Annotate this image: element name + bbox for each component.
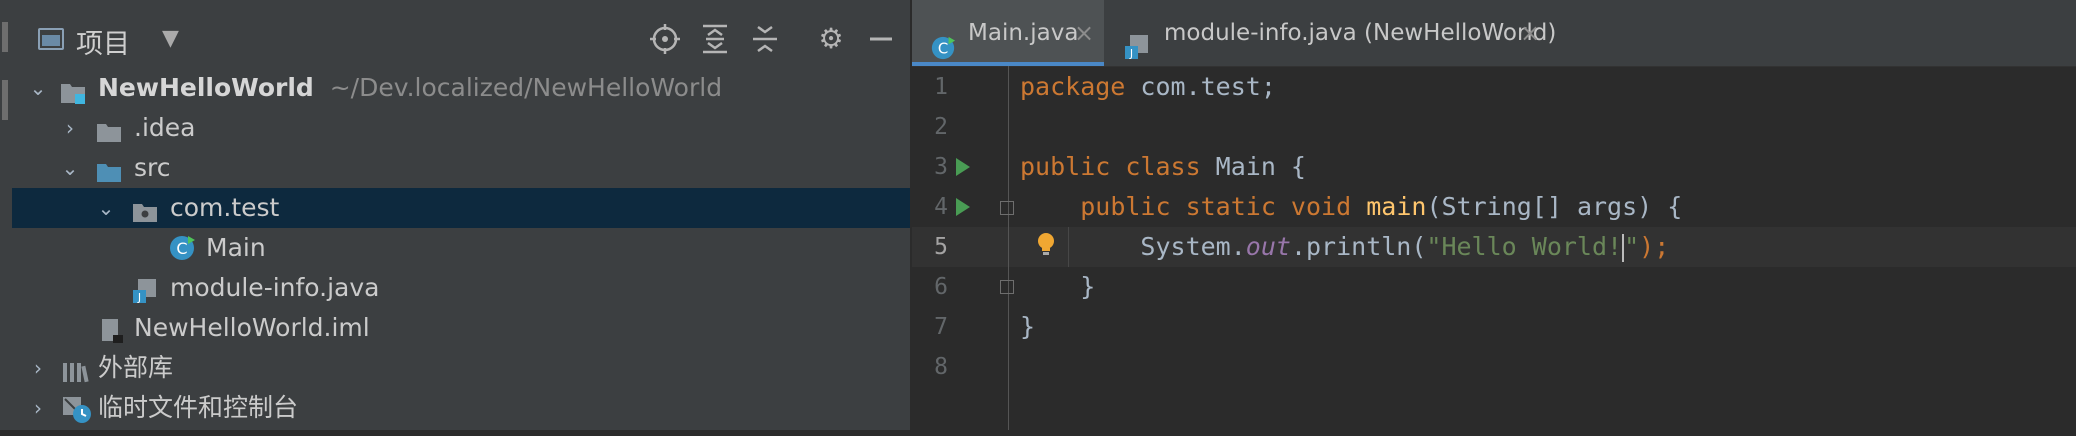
code-text: Main { [1200,152,1306,181]
code-keyword: public class [1020,152,1201,181]
code-keyword: package [1020,72,1126,101]
close-icon[interactable]: × [1074,0,1094,66]
code-punctuation: ); [1639,232,1670,261]
line-number-current: 5 [934,234,948,260]
code-string: " [1624,232,1640,261]
java-file-icon: J [1124,20,1150,60]
project-window-icon [38,28,64,50]
svg-text:J: J [1129,47,1133,60]
tree-item-label: NewHelloWorld.iml [134,313,370,342]
tree-item-label: com.test [170,193,280,222]
tree-item-path: ~/Dev.localized/NewHelloWorld [329,73,723,102]
java-file-icon: J [132,276,158,304]
code-text: } [1020,312,1036,341]
tree-item-label: Main [206,233,266,262]
tree-item-idea[interactable]: › .idea [12,108,910,148]
gutter-divider [1008,66,1009,430]
code-text: (String[] args) { [1426,192,1683,221]
tree-item-iml[interactable]: NewHelloWorld.iml [12,308,910,348]
run-class-icon[interactable] [956,158,970,176]
locate-icon[interactable] [648,22,682,56]
tree-item-label: 外部库 [98,353,174,382]
code-line-4[interactable]: public static void main(String[] args) { [1020,187,1682,227]
iml-file-icon [100,316,126,343]
code-keyword: public static void [1080,192,1352,221]
editor-gutter[interactable]: 1 2 3 4 5 6 7 8 [912,66,1014,430]
fold-marker-icon[interactable] [1000,201,1014,215]
code-text: com.test; [1125,72,1276,101]
editor-area: C Main.java × J module-info.java (NewHel… [912,0,2076,430]
tree-item-scratches[interactable]: › 临时文件和控制台 [12,388,910,428]
tree-item-package[interactable]: ⌄ com.test [12,188,910,228]
tree-item-src[interactable]: ⌄ src [12,148,910,188]
ide-window: 项目 ▼ ⚙ ⌄ NewHelloWorld ~/Dev.localized/N… [0,0,2076,430]
code-string: "Hello World! [1426,232,1623,261]
hide-icon[interactable] [864,22,898,56]
chevron-down-icon[interactable]: ▼ [162,26,179,51]
line-number: 6 [934,274,948,300]
chevron-right-icon[interactable]: › [26,388,50,428]
tree-item-label: .idea [134,113,196,142]
code-text: } [1080,272,1096,301]
tree-item-label: NewHelloWorld [98,73,314,102]
code-method-name: main [1366,192,1427,221]
svg-text:C: C [176,239,187,258]
line-number: 8 [934,354,948,380]
tab-label: module-info.java (NewHelloWorld) [1164,20,1557,46]
tree-item-label: 临时文件和控制台 [98,393,299,422]
package-icon [132,196,158,222]
project-panel: 项目 ▼ ⚙ ⌄ NewHelloWorld ~/Dev.localized/N… [12,0,912,430]
code-line-6[interactable]: } [1020,267,1095,307]
scratch-icon [62,396,91,423]
source-folder-icon [96,156,122,182]
tree-item-main[interactable]: C Main [12,228,910,268]
tree-item-project-root[interactable]: ⌄ NewHelloWorld ~/Dev.localized/NewHello… [12,68,910,108]
chevron-right-icon[interactable]: › [26,348,50,388]
line-number: 1 [934,74,948,100]
chevron-down-icon[interactable]: ⌄ [94,188,118,228]
editor-tab-bar: C Main.java × J module-info.java (NewHel… [912,0,2076,67]
code-line-7[interactable]: } [1020,307,1035,347]
run-main-icon[interactable] [956,198,970,216]
tree-item-module-info[interactable]: J module-info.java [12,268,910,308]
tree-item-label: module-info.java [170,273,380,302]
tab-label: Main.java [968,20,1079,46]
java-class-icon: C [930,21,956,60]
folder-icon [96,116,122,142]
strip-marker[interactable] [2,80,8,120]
gear-icon[interactable]: ⚙ [814,22,848,56]
tree-item-external-libraries[interactable]: › 外部库 [12,348,910,388]
library-icon [62,356,89,383]
fold-marker-icon[interactable] [1000,280,1014,294]
code-text: .println( [1290,232,1427,261]
strip-marker[interactable] [2,22,8,52]
tab-main-java[interactable]: C Main.java × [912,0,1104,66]
chevron-right-icon[interactable]: › [58,108,82,148]
line-number: 3 [934,154,948,180]
svg-text:C: C [938,40,948,58]
project-panel-title[interactable]: 项目 [76,22,130,61]
code-line-3[interactable]: public class Main { [1020,147,1306,187]
tree-item-label: src [134,153,171,182]
code-line-1[interactable]: package com.test; [1020,67,1276,107]
code-text: System. [1140,232,1246,261]
chevron-down-icon[interactable]: ⌄ [26,68,50,108]
line-number: 2 [934,114,948,140]
line-number: 7 [934,314,948,340]
close-icon[interactable]: × [1520,0,1540,66]
line-number: 4 [934,194,948,220]
expand-all-icon[interactable] [698,22,732,56]
java-class-icon: C [168,234,195,260]
tab-module-info-java[interactable]: J module-info.java (NewHelloWorld) × [1108,0,1588,66]
code-line-5[interactable]: System.out.println("Hello World!"); [1020,227,1669,267]
chevron-down-icon[interactable]: ⌄ [58,148,82,188]
svg-text:J: J [137,291,141,304]
collapse-all-icon[interactable] [748,22,782,56]
code-field: out [1245,232,1291,261]
module-folder-icon [60,76,86,104]
